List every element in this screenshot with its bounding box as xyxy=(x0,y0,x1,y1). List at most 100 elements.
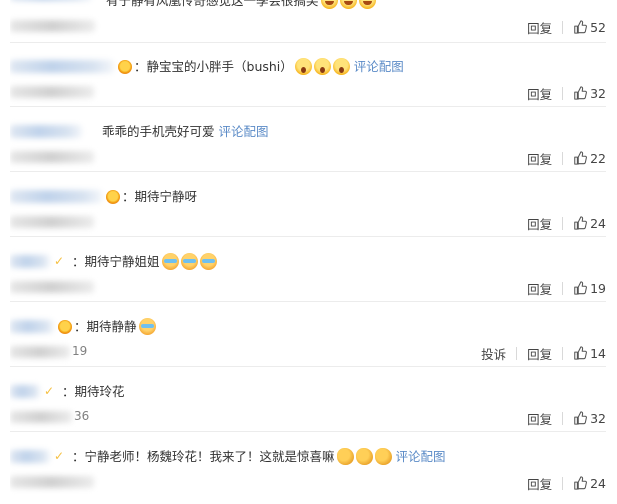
reply-button[interactable]: 回复 xyxy=(527,409,552,428)
verified-badge-icon: ✓ xyxy=(44,384,55,398)
cry-emoji-icon xyxy=(199,253,217,270)
verified-badge-icon: ✓ xyxy=(54,449,65,463)
comment-image-link[interactable]: 评论配图 xyxy=(219,124,269,139)
like-button[interactable]: 24 xyxy=(573,216,606,231)
divider xyxy=(562,476,564,490)
comment-actions: 回复 32 xyxy=(527,409,606,427)
comment-text: ：静宝宝的小胖手（bushi） 评论配图 xyxy=(134,58,404,76)
reply-button[interactable]: 回复 xyxy=(527,474,552,493)
thumb-up-icon xyxy=(574,151,588,165)
username-blurred xyxy=(10,385,40,398)
comment-text: 有宁静有风凰传奇感觉这一季会很搞笑 xyxy=(106,0,376,10)
comment-text: 乖乖的手机壳好可爱 评论配图 xyxy=(102,123,269,141)
comment-text: ：期待静静 xyxy=(74,318,156,336)
username-blurred xyxy=(10,60,114,73)
divider xyxy=(516,346,518,360)
thumb-up-icon xyxy=(574,411,588,425)
comment-item: 有宁静有风凰传奇感觉这一季会很搞笑 回复 52 xyxy=(10,0,606,43)
like-count: 24 xyxy=(590,215,606,231)
comment-actions: 回复 22 xyxy=(527,149,606,167)
like-button[interactable]: 19 xyxy=(573,281,606,296)
divider xyxy=(562,216,564,230)
comment-actions: 回复 24 xyxy=(527,214,606,232)
thumb-up-icon xyxy=(574,86,588,100)
separator: ： xyxy=(134,59,147,74)
separator: ： xyxy=(122,189,135,204)
comment-actions: 回复 52 xyxy=(527,18,606,36)
comment-body: 期待静静 xyxy=(86,319,137,334)
comment-image-link[interactable]: 评论配图 xyxy=(396,449,446,464)
reply-button[interactable]: 回复 xyxy=(527,279,552,298)
shock-emoji-icon xyxy=(313,58,331,75)
timestamp-blurred xyxy=(10,476,94,488)
clap-emoji-icon xyxy=(336,448,354,465)
reply-button[interactable]: 回复 xyxy=(527,18,552,37)
username-blurred xyxy=(10,320,54,333)
comment-actions: 投诉 回复 14 xyxy=(481,344,606,362)
comment-body: 期待宁静姐姐 xyxy=(84,254,160,269)
comment-actions: 回复 24 xyxy=(527,474,606,492)
like-count: 52 xyxy=(590,19,606,35)
like-count: 32 xyxy=(590,410,606,426)
comment-image-link[interactable]: 评论配图 xyxy=(354,59,404,74)
comment-item: ：期待静静 19 投诉 回复 14 xyxy=(10,302,606,367)
comment-list: 有宁静有风凰传奇感觉这一季会很搞笑 回复 52 ：静宝宝的小胖手（bushi） … xyxy=(10,0,606,504)
divider xyxy=(562,411,564,425)
timestamp-fragment: 19 xyxy=(72,344,88,358)
separator: ： xyxy=(62,384,75,399)
username-blurred xyxy=(10,450,50,463)
cry-emoji-icon xyxy=(161,253,179,270)
comment-item: ：静宝宝的小胖手（bushi） 评论配图 回复 32 xyxy=(10,42,606,107)
comment-actions: 回复 19 xyxy=(527,279,606,297)
cry-emoji-icon xyxy=(180,253,198,270)
timestamp-blurred xyxy=(10,346,70,358)
shock-emoji-icon xyxy=(294,58,312,75)
like-button[interactable]: 52 xyxy=(573,20,606,35)
comment-text: ：期待宁静姐姐 xyxy=(72,253,217,271)
reply-button[interactable]: 回复 xyxy=(527,84,552,103)
like-button[interactable]: 32 xyxy=(573,86,606,101)
comment-item: 乖乖的手机壳好可爱 评论配图 回复 22 xyxy=(10,107,606,172)
comment-body: 有宁静有风凰传奇感觉这一季会很搞笑 xyxy=(106,0,319,8)
user-badge-icon xyxy=(58,320,72,334)
like-button[interactable]: 32 xyxy=(573,411,606,426)
reply-button[interactable]: 回复 xyxy=(527,344,552,363)
comment-item: ✓ ：宁静老师！杨魏玲花！我来了！这就是惊喜嘛 评论配图 回复 24 xyxy=(10,432,606,496)
comment-actions: 回复 32 xyxy=(527,84,606,102)
comment-body: 宁静老师！杨魏玲花！我来了！这就是惊喜嘛 xyxy=(84,449,335,464)
timestamp-blurred xyxy=(10,86,94,98)
thumb-up-icon xyxy=(574,216,588,230)
username-blurred xyxy=(10,255,50,268)
username-blurred xyxy=(10,190,102,203)
divider xyxy=(562,151,564,165)
like-button[interactable]: 22 xyxy=(573,151,606,166)
separator: ： xyxy=(74,319,87,334)
like-button[interactable]: 24 xyxy=(573,476,606,491)
reply-button[interactable]: 回复 xyxy=(527,214,552,233)
laugh-emoji-icon xyxy=(339,0,357,9)
comment-body: 期待玲花 xyxy=(74,384,125,399)
verified-badge-icon: ✓ xyxy=(54,254,65,268)
timestamp-blurred xyxy=(10,20,95,32)
username-blurred xyxy=(10,0,92,1)
reply-button[interactable]: 回复 xyxy=(527,149,552,168)
like-count: 24 xyxy=(590,475,606,491)
divider xyxy=(562,86,564,100)
comment-body: 静宝宝的小胖手（bushi） xyxy=(146,59,293,74)
timestamp-blurred xyxy=(10,411,72,423)
like-count: 22 xyxy=(590,150,606,166)
thumb-up-icon xyxy=(574,346,588,360)
timestamp-fragment: 36 xyxy=(74,409,90,423)
laugh-emoji-icon xyxy=(358,0,376,9)
like-button[interactable]: 14 xyxy=(573,346,606,361)
comment-body: 乖乖的手机壳好可爱 xyxy=(102,124,215,139)
report-button[interactable]: 投诉 xyxy=(481,344,506,363)
cry-emoji-icon xyxy=(138,318,156,335)
comment-text: ：期待玲花 xyxy=(62,383,125,401)
shock-emoji-icon xyxy=(332,58,350,75)
user-badge-icon xyxy=(118,60,132,74)
comment-item: ✓ ：期待宁静姐姐 回复 19 xyxy=(10,237,606,302)
comment-item: ：期待宁静呀 回复 24 xyxy=(10,172,606,237)
thumb-up-icon xyxy=(574,476,588,490)
separator: ： xyxy=(72,449,85,464)
